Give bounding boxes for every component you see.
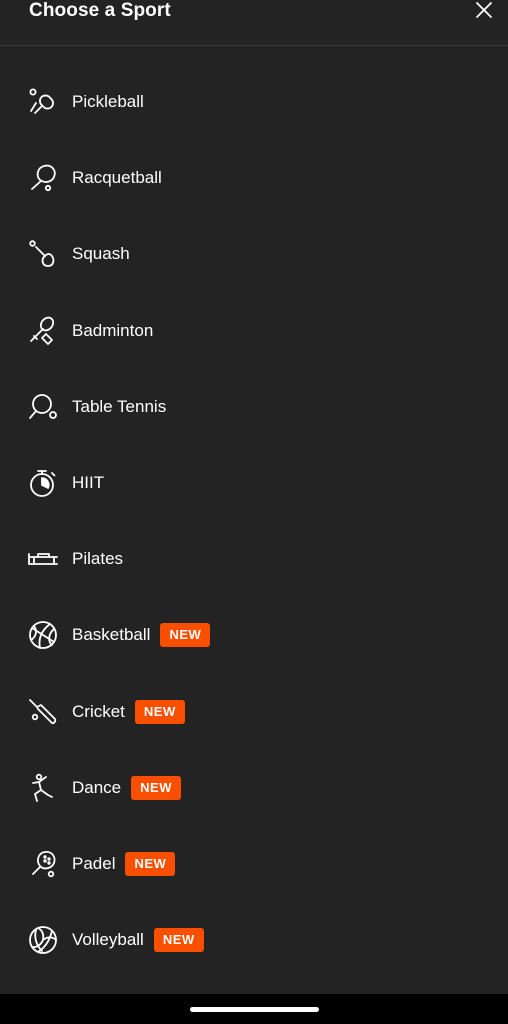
new-badge: NEW	[125, 851, 176, 876]
sport-item-badminton[interactable]: Badminton	[0, 293, 508, 369]
sport-label: HIIT	[72, 473, 105, 493]
sport-label: Dance	[72, 777, 122, 797]
close-icon[interactable]	[472, 0, 496, 22]
sport-item-pilates[interactable]: Pilates	[0, 521, 508, 597]
sheet-header: Choose a Sport	[0, 0, 508, 46]
sport-label: Squash	[72, 244, 130, 264]
sport-item-pickleball[interactable]: Pickleball	[0, 64, 508, 140]
squash-racquet-icon	[28, 239, 58, 269]
home-indicator[interactable]	[190, 1007, 319, 1012]
sport-item-dance[interactable]: Dance NEW	[0, 750, 508, 826]
pilates-reformer-icon	[28, 544, 58, 574]
volleyball-icon	[28, 925, 58, 955]
dancer-icon	[28, 773, 58, 803]
sport-item-hiit[interactable]: HIIT	[0, 445, 508, 521]
badminton-racquet-icon	[28, 316, 58, 346]
new-badge: NEW	[153, 928, 204, 953]
new-badge: NEW	[160, 623, 211, 648]
sport-picker-sheet: Choose a Sport Pickleball Racquetball Sq…	[0, 0, 508, 994]
cricket-bat-icon	[28, 697, 58, 727]
stopwatch-icon	[28, 468, 58, 498]
racquetball-racquet-icon	[28, 163, 58, 193]
sport-label: Pilates	[72, 549, 124, 569]
sport-item-squash[interactable]: Squash	[0, 216, 508, 292]
new-badge: NEW	[134, 699, 185, 724]
sport-item-basketball[interactable]: Basketball NEW	[0, 597, 508, 673]
sport-label: Volleyball	[72, 930, 144, 950]
new-badge: NEW	[131, 775, 181, 800]
sport-label: Racquetball	[72, 168, 162, 188]
sport-item-volleyball[interactable]: Volleyball NEW	[0, 902, 508, 978]
sport-label: Basketball	[72, 625, 151, 645]
sport-label: Cricket	[72, 701, 125, 721]
sport-item-cricket[interactable]: Cricket NEW	[0, 674, 508, 750]
sport-label: Pickleball	[72, 92, 144, 112]
sport-label: Padel	[72, 853, 116, 873]
sport-label: Badminton	[72, 320, 154, 340]
sheet-title: Choose a Sport	[29, 0, 171, 21]
padel-racquet-icon	[28, 849, 58, 879]
sport-item-racquetball[interactable]: Racquetball	[0, 140, 508, 216]
basketball-icon	[28, 620, 58, 650]
sport-item-table-tennis[interactable]: Table Tennis	[0, 369, 508, 445]
sport-label: Table Tennis	[72, 396, 167, 416]
sport-item-padel[interactable]: Padel NEW	[0, 826, 508, 902]
table-tennis-paddle-icon	[28, 392, 58, 422]
pickleball-paddle-icon	[28, 87, 58, 117]
sport-list: Pickleball Racquetball Squash Badminton …	[0, 64, 508, 978]
